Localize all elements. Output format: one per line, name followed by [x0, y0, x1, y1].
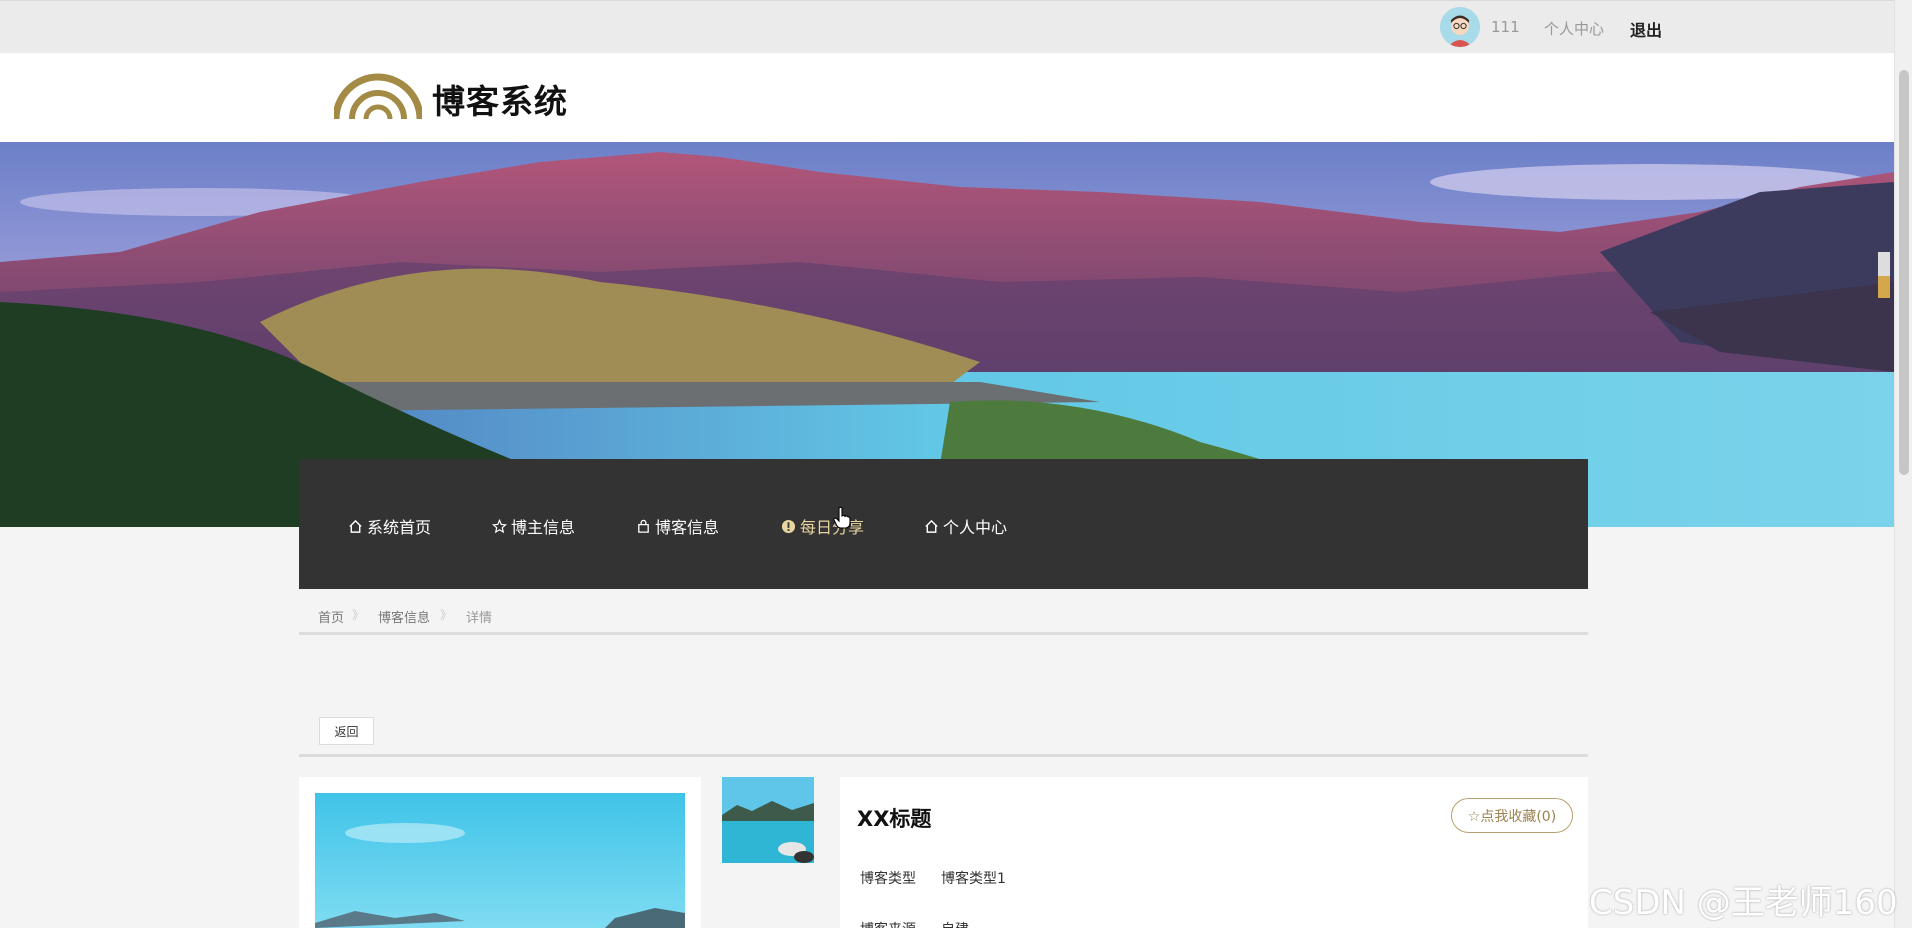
- back-bar: 返回: [299, 712, 1588, 757]
- username-label: 111: [1491, 18, 1520, 36]
- nav-home[interactable]: 系统首页: [348, 514, 431, 538]
- nav-blogger-info[interactable]: 博主信息: [492, 514, 575, 538]
- nav-blogger-info-label: 博主信息: [511, 518, 576, 537]
- user-avatar[interactable]: [1440, 7, 1480, 47]
- nav-blog-info[interactable]: 博客信息: [636, 514, 719, 538]
- favorite-button[interactable]: ☆点我收藏(0): [1451, 798, 1573, 833]
- main-blog-image: [315, 793, 685, 928]
- site-title: 博客系统: [432, 82, 568, 121]
- hand-cursor-icon: [833, 506, 851, 529]
- side-float-marker-accent[interactable]: [1878, 276, 1890, 298]
- nav-personal-center-label: 个人中心: [943, 518, 1008, 537]
- home-icon: [349, 519, 362, 533]
- scrollbar-thumb[interactable]: [1899, 70, 1909, 475]
- blog-thumbnail[interactable]: [722, 777, 814, 863]
- blog-source-label: 博客来源: [860, 919, 916, 928]
- top-user-bar: 111 个人中心 退出: [0, 0, 1894, 53]
- blog-title: XX标题: [857, 807, 932, 831]
- breadcrumb: 首页 》 博客信息 》 详情: [299, 604, 1588, 635]
- main-image-card: [299, 777, 701, 928]
- blog-source-value: 自建: [941, 919, 969, 928]
- breadcrumb-detail: 详情: [466, 611, 493, 626]
- breadcrumb-separator: 》: [352, 608, 365, 622]
- breadcrumb-blog-info[interactable]: 博客信息: [378, 607, 430, 626]
- back-button[interactable]: 返回: [319, 717, 374, 745]
- site-header: 博客系统: [0, 53, 1894, 142]
- info-icon: [781, 519, 796, 533]
- main-nav: 系统首页 博主信息 博客信息 每日分享 个人中心: [299, 459, 1588, 589]
- nav-daily-share-label: 每日分享: [800, 518, 865, 537]
- breadcrumb-home[interactable]: 首页: [318, 607, 344, 626]
- logo-icon[interactable]: [334, 69, 422, 121]
- nav-blog-info-label: 博客信息: [655, 518, 720, 537]
- home-icon: [925, 519, 938, 533]
- nav-personal-center[interactable]: 个人中心: [924, 514, 1007, 538]
- page-scrollbar[interactable]: [1894, 0, 1912, 928]
- nav-home-label: 系统首页: [367, 518, 432, 537]
- breadcrumb-separator: 》: [440, 608, 453, 622]
- blog-detail-card: XX标题 ☆点我收藏(0) 博客类型 博客类型1 博客来源 自建: [840, 777, 1588, 928]
- nav-daily-share[interactable]: 每日分享: [781, 514, 864, 538]
- bag-icon: [638, 519, 649, 533]
- blog-type-label: 博客类型: [860, 871, 916, 887]
- star-icon: [492, 518, 507, 533]
- avatar-icon: [1440, 7, 1480, 47]
- csdn-watermark: CSDN @王老师160: [1589, 883, 1898, 923]
- blog-type-value: 博客类型1: [941, 871, 1006, 887]
- personal-center-link[interactable]: 个人中心: [1544, 18, 1604, 39]
- logout-link[interactable]: 退出: [1630, 17, 1662, 41]
